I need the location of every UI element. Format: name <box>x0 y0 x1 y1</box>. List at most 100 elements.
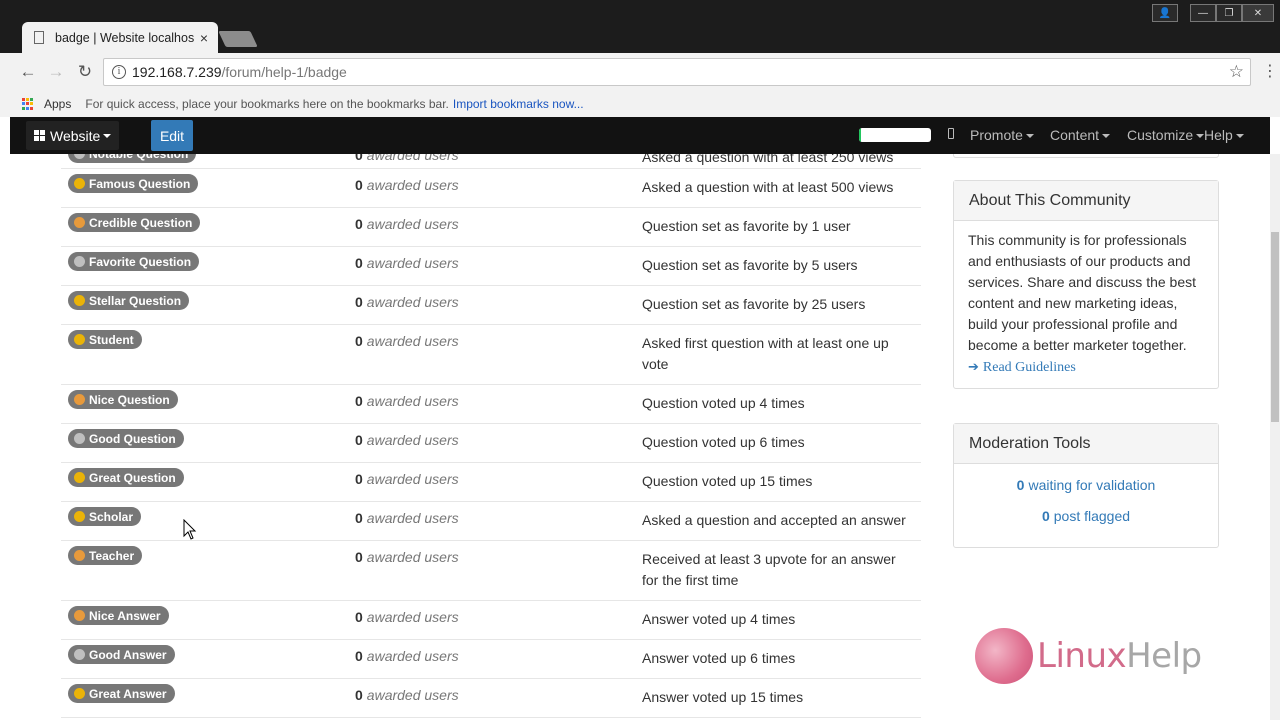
badge-row: Credible Question 0 awarded users Question … <box>61 208 921 247</box>
seo-progress-bar <box>859 128 931 142</box>
badge-name: Nice Question <box>89 392 170 407</box>
awarded-label: awarded users <box>366 154 459 163</box>
waiting-validation-label: waiting for validation <box>1028 476 1156 493</box>
caret-down-icon <box>1235 134 1244 139</box>
badge-link[interactable]: Scholar <box>68 507 142 526</box>
waiting-validation-count: 0 <box>1016 476 1025 493</box>
minimize-button[interactable]: — <box>1190 4 1216 22</box>
badge-link[interactable]: Teacher <box>68 546 143 565</box>
awarded-users: 0 awarded users <box>355 549 459 565</box>
awarded-count: 0 <box>355 154 363 163</box>
awarded-label: awarded users <box>366 294 459 310</box>
menu-help[interactable]: Help <box>1204 127 1244 143</box>
badge-description: Answer voted up 15 times <box>642 689 804 705</box>
awarded-count: 0 <box>355 648 363 664</box>
website-menu-button[interactable]: Website <box>26 121 120 150</box>
badge-link[interactable]: Good Answer <box>68 645 175 664</box>
maximize-button[interactable]: ❐ <box>1216 4 1242 22</box>
awarded-count: 0 <box>355 432 363 448</box>
badge-row: Good Question 0 awarded users Question vote… <box>61 424 921 463</box>
moderation-tools-panel: Moderation Tools 0 waiting for validatio… <box>953 423 1219 548</box>
badge-row: Student 0 awarded users Asked first questio… <box>61 325 921 385</box>
scrollbar-thumb[interactable] <box>1271 232 1279 422</box>
awarded-users: 0 awarded users <box>355 177 459 193</box>
badge-link[interactable]: Credible Question <box>68 213 201 232</box>
back-button[interactable]: ← <box>16 60 40 84</box>
reload-button[interactable]: ↻ <box>73 60 97 84</box>
awarded-count: 0 <box>355 549 363 565</box>
watermark-text-part2: Help <box>1126 636 1202 676</box>
browser-tab[interactable]: badge | Website localhos × <box>22 22 218 53</box>
badge-level-icon <box>74 550 85 561</box>
badge-link[interactable]: Good Question <box>68 429 184 448</box>
badge-level-icon <box>74 649 85 660</box>
browser-menu-icon[interactable]: ⋮ <box>1262 61 1278 81</box>
badge-description: Answer voted up 6 times <box>642 650 796 666</box>
badge-link[interactable]: Nice Answer <box>68 606 169 625</box>
badge-row: Great Answer 0 awarded users Answer voted u… <box>61 679 921 718</box>
awarded-label: awarded users <box>366 648 459 664</box>
user-profile-button[interactable]: 👤 <box>1152 4 1178 22</box>
badge-level-icon <box>74 610 85 621</box>
awarded-users: 0 awarded users <box>355 255 459 271</box>
badge-level-icon <box>74 295 85 306</box>
tab-title: badge | Website localhos <box>55 30 194 45</box>
apps-icon[interactable] <box>22 98 34 110</box>
awarded-users: 0 awarded users <box>355 432 459 448</box>
badge-description: Question set as favorite by 5 users <box>642 257 858 273</box>
address-bar[interactable]: i 192.168.7.239/forum/help-1/badge ☆ <box>103 58 1251 86</box>
import-bookmarks-link[interactable]: Import bookmarks now... <box>453 97 584 111</box>
previous-panel-bottom <box>953 154 1219 158</box>
close-window-button[interactable]: ✕ <box>1242 4 1274 22</box>
badge-level-icon <box>74 256 85 267</box>
menu-promote-label: Promote <box>970 127 1023 143</box>
badge-description: Received at least 3 upvote for an answer… <box>642 551 896 588</box>
post-flagged-link[interactable]: 0 post flagged <box>954 500 1218 531</box>
about-panel-text: This community is for professionals and … <box>968 232 1197 353</box>
edit-button[interactable]: Edit <box>151 120 193 151</box>
bookmarks-bar: Apps For quick access, place your bookma… <box>0 91 1280 117</box>
menu-content[interactable]: Content <box>1050 127 1111 143</box>
info-icon[interactable]: i <box>112 65 126 79</box>
awarded-label: awarded users <box>366 687 459 703</box>
caret-down-icon <box>1102 134 1111 139</box>
badge-row: Nice Question 0 awarded users Question vote… <box>61 385 921 424</box>
badge-level-icon <box>74 688 85 699</box>
menu-promote[interactable]: Promote <box>970 127 1034 143</box>
watermark-logo: LinuxHelp <box>975 628 1202 684</box>
awarded-label: awarded users <box>366 549 459 565</box>
awarded-users: 0 awarded users <box>355 510 459 526</box>
new-tab-button[interactable] <box>218 31 258 47</box>
badge-name: Nice Answer <box>89 608 161 623</box>
apps-link[interactable]: Apps <box>44 97 71 111</box>
badge-description: Question voted up 6 times <box>642 434 805 450</box>
read-guidelines-link[interactable]: ➔ Read Guidelines <box>968 357 1076 378</box>
badge-link[interactable]: Nice Question <box>68 390 178 409</box>
bookmark-star-icon[interactable]: ☆ <box>1229 62 1244 82</box>
badge-link[interactable]: Famous Question <box>68 174 199 193</box>
awarded-label: awarded users <box>366 333 459 349</box>
progress-fill <box>859 128 862 142</box>
linuxhelp-logo-icon <box>975 628 1033 684</box>
website-menu-label: Website <box>50 127 101 144</box>
badge-link[interactable]: Great Answer <box>68 684 175 703</box>
badge-name: Credible Question <box>89 215 193 230</box>
menu-customize[interactable]: Customize <box>1127 127 1205 143</box>
awarded-count: 0 <box>355 216 363 232</box>
badge-description: Asked first question with at least one u… <box>642 335 889 372</box>
waiting-validation-link[interactable]: 0 waiting for validation <box>954 469 1218 500</box>
badge-link[interactable]: Student <box>68 330 142 349</box>
awarded-label: awarded users <box>366 255 459 271</box>
awarded-users: 0 awarded users <box>355 154 459 163</box>
awarded-users: 0 awarded users <box>355 648 459 664</box>
badge-link[interactable]: Notable Question <box>68 154 197 163</box>
tab-close-button[interactable]: × <box>200 30 208 46</box>
mobile-preview-icon[interactable] <box>948 128 954 139</box>
forward-button[interactable]: → <box>44 60 68 84</box>
badge-link[interactable]: Great Question <box>68 468 184 487</box>
badge-link[interactable]: Stellar Question <box>68 291 190 310</box>
awarded-label: awarded users <box>366 471 459 487</box>
badge-link[interactable]: Favorite Question <box>68 252 200 271</box>
page-scrollbar[interactable] <box>1270 154 1280 720</box>
browser-toolbar: ← → ↻ i 192.168.7.239/forum/help-1/badge… <box>0 53 1280 91</box>
